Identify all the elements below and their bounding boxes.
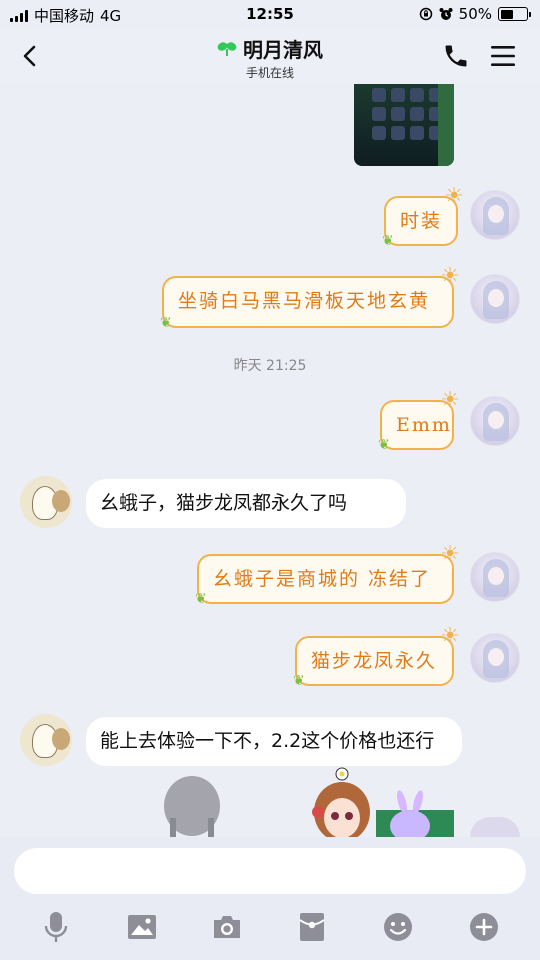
menu-button[interactable]	[490, 44, 516, 68]
status-bar: 中国移动 4G 12:55 50%	[0, 0, 540, 30]
chat-area[interactable]: 时装 ☀ ❦ 坐骑白马黑马滑板天地玄黄 ☀ ❦ 昨天 21:25 Emm ☀ ❦…	[0, 84, 540, 837]
message-bubble-right[interactable]: 坐骑白马黑马滑板天地玄黄 ☀ ❦	[160, 266, 460, 331]
sun-decoration-icon: ☀	[444, 184, 467, 209]
leaf-decoration-icon: ❦	[378, 437, 392, 453]
message-bubble-right[interactable]: 时装 ☀ ❦	[382, 186, 464, 249]
emoji-button[interactable]	[378, 907, 418, 947]
online-leaf-icon	[217, 41, 237, 56]
input-toolbar	[0, 907, 540, 947]
plus-icon	[470, 913, 498, 941]
message-timestamp: 昨天 21:25	[233, 358, 307, 374]
status-right: 50%	[419, 5, 531, 23]
gray-figure-sticker[interactable]	[162, 776, 222, 837]
image-message[interactable]	[354, 84, 454, 166]
contact-avatar[interactable]	[20, 714, 72, 766]
camera-button[interactable]	[207, 907, 247, 947]
red-packet-button[interactable]	[292, 907, 332, 947]
my-avatar[interactable]	[470, 552, 520, 602]
call-button[interactable]	[442, 42, 470, 70]
battery-icon	[498, 7, 531, 21]
orientation-lock-icon	[419, 7, 432, 21]
contact-name-text: 明月清风	[243, 38, 323, 62]
message-text: 能上去体验一下不，2.2这个价格也还行	[100, 730, 435, 752]
message-text: 幺蛾子，猫步龙凤都永久了吗	[100, 492, 348, 514]
leaf-decoration-icon: ❦	[382, 233, 396, 249]
input-area	[0, 837, 540, 960]
alarm-icon	[439, 8, 453, 20]
sun-decoration-icon: ☀	[440, 542, 462, 567]
sun-decoration-icon: ☀	[440, 264, 462, 289]
my-avatar[interactable]	[470, 396, 520, 446]
message-input[interactable]	[14, 848, 526, 894]
phone-icon	[445, 45, 467, 67]
message-text: 坐骑白马黑马滑板天地玄黄	[178, 290, 431, 312]
my-avatar[interactable]	[470, 817, 520, 837]
message-text: Emm	[396, 414, 452, 436]
hamburger-menu-icon	[491, 46, 515, 66]
leaf-decoration-icon: ❦	[195, 591, 209, 607]
image-content	[372, 88, 443, 140]
battery-percent: 50%	[458, 5, 492, 23]
voice-button[interactable]	[36, 907, 76, 947]
message-text: 幺蛾子是商城的 冻结了	[213, 568, 432, 590]
more-button[interactable]	[464, 907, 504, 947]
my-avatar[interactable]	[470, 190, 520, 240]
contact-avatar[interactable]	[20, 476, 72, 528]
image-side	[438, 84, 454, 166]
chat-header: 明月清风 手机在线	[0, 30, 540, 84]
my-avatar[interactable]	[470, 274, 520, 324]
message-bubble-left[interactable]: 能上去体验一下不，2.2这个价格也还行	[86, 717, 462, 766]
microphone-icon	[44, 912, 68, 942]
sun-decoration-icon: ☀	[440, 624, 462, 649]
anime-girl-sticker[interactable]	[312, 766, 372, 837]
sun-decoration-icon: ☀	[440, 388, 462, 413]
image-icon	[128, 915, 156, 939]
image-button[interactable]	[122, 907, 162, 947]
leaf-decoration-icon: ❦	[160, 315, 174, 331]
bunny-sticker[interactable]	[376, 788, 454, 837]
emoji-icon	[384, 913, 412, 941]
message-bubble-left[interactable]: 幺蛾子，猫步龙凤都永久了吗	[86, 479, 406, 528]
message-text: 猫步龙凤永久	[311, 650, 438, 672]
my-avatar[interactable]	[470, 633, 520, 683]
leaf-decoration-icon: ❦	[293, 673, 307, 689]
message-text: 时装	[400, 210, 443, 232]
message-bubble-right[interactable]: Emm ☀ ❦	[378, 390, 460, 453]
message-bubble-right[interactable]: 猫步龙凤永久 ☀ ❦	[293, 626, 460, 689]
message-bubble-right[interactable]: 幺蛾子是商城的 冻结了 ☀ ❦	[195, 544, 460, 607]
red-packet-icon	[299, 913, 325, 941]
camera-icon	[214, 916, 240, 938]
contact-name: 明月清风	[217, 34, 323, 63]
